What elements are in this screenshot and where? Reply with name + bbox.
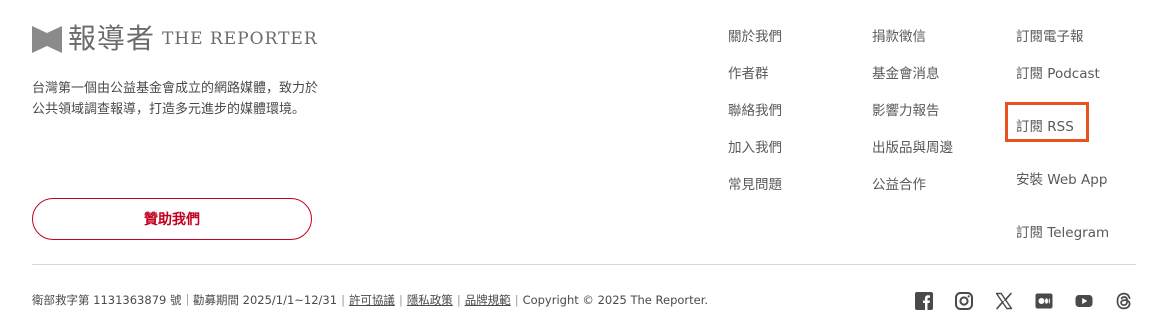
link-partnerships[interactable]: 公益合作 [872, 173, 926, 193]
medium-icon[interactable] [1034, 291, 1054, 311]
link-join-us[interactable]: 加入我們 [728, 136, 782, 156]
description-line-2: 公共領域調查報導，打造多元進步的媒體環境。 [32, 102, 306, 117]
social-links [914, 291, 1134, 311]
facebook-icon[interactable] [914, 291, 934, 311]
rss-highlight-box [1005, 102, 1089, 142]
logo-chinese-text: 報導者 [68, 22, 156, 55]
separator: | [514, 293, 519, 307]
footer-legal: 衛部救字第 1131363879 號｜勸募期間 2025/1/1~12/31 |… [32, 292, 708, 308]
donate-button[interactable]: 贊助我們 [32, 198, 312, 240]
instagram-icon[interactable] [954, 291, 974, 311]
link-about-us[interactable]: 關於我們 [728, 25, 782, 45]
link-subscribe-podcast[interactable]: 訂閱 Podcast [1016, 62, 1100, 82]
logo-mark-icon [32, 25, 62, 53]
logo-english-text: THE REPORTER [162, 29, 318, 49]
link-brand-guidelines[interactable]: 品牌規範 [465, 292, 511, 308]
site-logo[interactable]: 報導者 THE REPORTER [32, 22, 318, 56]
link-license-agreement[interactable]: 許可協議 [349, 292, 395, 308]
threads-icon[interactable] [1114, 291, 1134, 311]
copyright-text: Copyright © 2025 The Reporter. [522, 293, 709, 307]
x-icon[interactable] [994, 291, 1014, 311]
link-publications-merch[interactable]: 出版品與周邊 [872, 136, 953, 156]
license-text: 衛部救字第 1131363879 號｜勸募期間 2025/1/1~12/31 [32, 293, 338, 307]
link-contact-us[interactable]: 聯絡我們 [728, 99, 782, 119]
link-impact-report[interactable]: 影響力報告 [872, 99, 940, 119]
footer-divider [32, 264, 1136, 265]
separator: | [456, 293, 461, 307]
link-authors[interactable]: 作者群 [728, 62, 769, 82]
separator: | [398, 293, 403, 307]
separator: | [341, 293, 345, 307]
youtube-icon[interactable] [1074, 291, 1094, 311]
link-foundation-news[interactable]: 基金會消息 [872, 62, 940, 82]
link-install-web-app[interactable]: 安裝 Web App [1016, 168, 1107, 188]
link-donation-records[interactable]: 捐款徵信 [872, 25, 926, 45]
link-faq[interactable]: 常見問題 [728, 173, 782, 193]
link-privacy-policy[interactable]: 隱私政策 [407, 292, 453, 308]
donate-button-label: 贊助我們 [144, 212, 200, 228]
link-subscribe-newsletter[interactable]: 訂閱電子報 [1016, 25, 1084, 45]
site-description: 台灣第一個由公益基金會成立的網路媒體，致力於 公共領域調查報導，打造多元進步的媒… [32, 78, 362, 120]
description-line-1: 台灣第一個由公益基金會成立的網路媒體，致力於 [32, 81, 319, 96]
link-subscribe-telegram[interactable]: 訂閱 Telegram [1016, 221, 1109, 241]
